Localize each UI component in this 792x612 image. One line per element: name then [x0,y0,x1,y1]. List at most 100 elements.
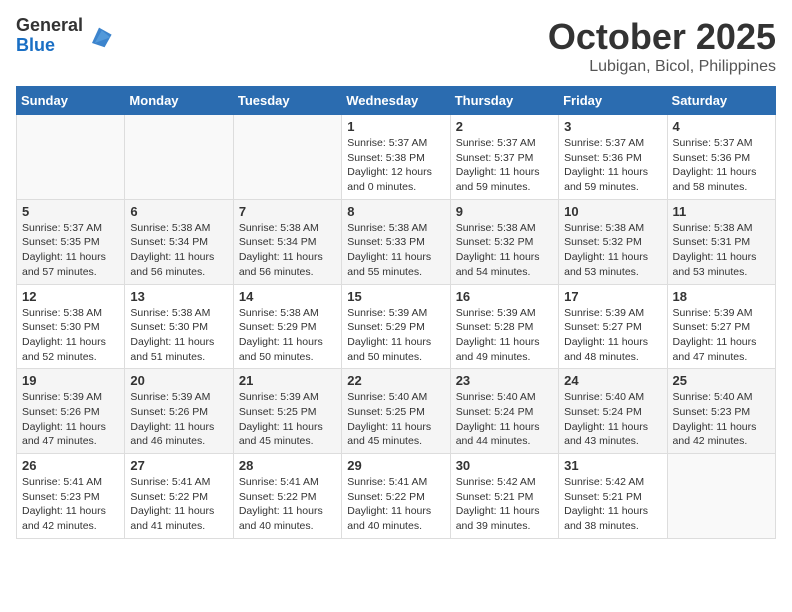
day-number: 11 [673,204,770,219]
day-number: 31 [564,458,661,473]
calendar-cell: 12 Sunrise: 5:38 AM Sunset: 5:30 PM Dayli… [17,284,125,369]
calendar-cell [125,115,233,200]
calendar-cell: 11 Sunrise: 5:38 AM Sunset: 5:31 PM Dayli… [667,199,775,284]
location: Lubigan, Bicol, Philippines [548,58,776,76]
calendar-cell: 10 Sunrise: 5:38 AM Sunset: 5:32 PM Dayli… [559,199,667,284]
calendar-cell: 6Sunrise: 5:38 AM Sunset: 5:34 PM Daylig… [125,199,233,284]
day-number: 5 [22,204,119,219]
day-info: Sunrise: 5:42 AM Sunset: 5:21 PM Dayligh… [564,475,661,534]
day-info: Sunrise: 5:39 AM Sunset: 5:26 PM Dayligh… [22,390,119,449]
calendar-cell: 2 Sunrise: 5:37 AM Sunset: 5:37 PM Daylig… [450,115,558,200]
day-info: Sunrise: 5:39 AM Sunset: 5:29 PM Dayligh… [347,306,444,365]
day-info: Sunrise: 5:40 AM Sunset: 5:25 PM Dayligh… [347,390,444,449]
calendar-cell: 1 Sunrise: 5:37 AM Sunset: 5:38 PM Daylig… [342,115,450,200]
weekday-header-row: SundayMondayTuesdayWednesdayThursdayFrid… [17,87,776,115]
day-number: 15 [347,289,444,304]
day-info: Sunrise: 5:41 AM Sunset: 5:22 PM Dayligh… [347,475,444,534]
day-number: 17 [564,289,661,304]
day-number: 12 [22,289,119,304]
calendar-cell: 23 Sunrise: 5:40 AM Sunset: 5:24 PM Dayli… [450,369,558,454]
weekday-header-sunday: Sunday [17,87,125,115]
day-number: 23 [456,373,553,388]
logo: General Blue [16,16,113,56]
calendar-week-row: 19Sunrise: 5:39 AM Sunset: 5:26 PM Dayli… [17,369,776,454]
day-number: 10 [564,204,661,219]
calendar-cell: 8Sunrise: 5:38 AM Sunset: 5:33 PM Daylig… [342,199,450,284]
calendar-cell: 9 Sunrise: 5:38 AM Sunset: 5:32 PM Daylig… [450,199,558,284]
calendar-cell: 5 Sunrise: 5:37 AM Sunset: 5:35 PM Daylig… [17,199,125,284]
day-number: 2 [456,119,553,134]
day-number: 25 [673,373,770,388]
weekday-header-monday: Monday [125,87,233,115]
day-info: Sunrise: 5:38 AM Sunset: 5:32 PM Dayligh… [456,221,553,280]
day-info: Sunrise: 5:39 AM Sunset: 5:26 PM Dayligh… [130,390,227,449]
day-info: Sunrise: 5:37 AM Sunset: 5:35 PM Dayligh… [22,221,119,280]
day-info: Sunrise: 5:37 AM Sunset: 5:36 PM Dayligh… [673,136,770,195]
day-number: 27 [130,458,227,473]
day-number: 29 [347,458,444,473]
day-number: 28 [239,458,336,473]
calendar-cell: 4 Sunrise: 5:37 AM Sunset: 5:36 PM Daylig… [667,115,775,200]
day-info: Sunrise: 5:40 AM Sunset: 5:24 PM Dayligh… [456,390,553,449]
day-info: Sunrise: 5:38 AM Sunset: 5:30 PM Dayligh… [130,306,227,365]
day-number: 13 [130,289,227,304]
day-info: Sunrise: 5:40 AM Sunset: 5:23 PM Dayligh… [673,390,770,449]
weekday-header-friday: Friday [559,87,667,115]
calendar-cell: 31 Sunrise: 5:42 AM Sunset: 5:21 PM Dayli… [559,454,667,539]
day-number: 24 [564,373,661,388]
day-info: Sunrise: 5:40 AM Sunset: 5:24 PM Dayligh… [564,390,661,449]
day-number: 21 [239,373,336,388]
calendar-cell: 3 Sunrise: 5:37 AM Sunset: 5:36 PM Daylig… [559,115,667,200]
day-number: 1 [347,119,444,134]
day-info: Sunrise: 5:37 AM Sunset: 5:36 PM Dayligh… [564,136,661,195]
day-number: 9 [456,204,553,219]
calendar-cell: 28 Sunrise: 5:41 AM Sunset: 5:22 PM Dayli… [233,454,341,539]
calendar-cell: 17 Sunrise: 5:39 AM Sunset: 5:27 PM Dayli… [559,284,667,369]
logo-blue: Blue [16,35,55,55]
page-header: General Blue October 2025 Lubigan, Bicol… [16,16,776,76]
weekday-header-wednesday: Wednesday [342,87,450,115]
day-info: Sunrise: 5:39 AM Sunset: 5:28 PM Dayligh… [456,306,553,365]
calendar-week-row: 1 Sunrise: 5:37 AM Sunset: 5:38 PM Daylig… [17,115,776,200]
day-info: Sunrise: 5:37 AM Sunset: 5:38 PM Dayligh… [347,136,444,195]
day-info: Sunrise: 5:38 AM Sunset: 5:33 PM Dayligh… [347,221,444,280]
weekday-header-saturday: Saturday [667,87,775,115]
calendar-cell [17,115,125,200]
calendar-table: SundayMondayTuesdayWednesdayThursdayFrid… [16,86,776,539]
calendar-cell: 21Sunrise: 5:39 AM Sunset: 5:25 PM Dayli… [233,369,341,454]
day-info: Sunrise: 5:41 AM Sunset: 5:22 PM Dayligh… [239,475,336,534]
day-info: Sunrise: 5:38 AM Sunset: 5:32 PM Dayligh… [564,221,661,280]
day-info: Sunrise: 5:39 AM Sunset: 5:27 PM Dayligh… [564,306,661,365]
calendar-week-row: 5 Sunrise: 5:37 AM Sunset: 5:35 PM Daylig… [17,199,776,284]
calendar-cell: 7Sunrise: 5:38 AM Sunset: 5:34 PM Daylig… [233,199,341,284]
day-info: Sunrise: 5:41 AM Sunset: 5:22 PM Dayligh… [130,475,227,534]
day-number: 18 [673,289,770,304]
calendar-cell: 25 Sunrise: 5:40 AM Sunset: 5:23 PM Dayli… [667,369,775,454]
month-title: October 2025 [548,16,776,58]
day-number: 4 [673,119,770,134]
day-info: Sunrise: 5:38 AM Sunset: 5:29 PM Dayligh… [239,306,336,365]
calendar-cell: 22Sunrise: 5:40 AM Sunset: 5:25 PM Dayli… [342,369,450,454]
calendar-cell: 24 Sunrise: 5:40 AM Sunset: 5:24 PM Dayli… [559,369,667,454]
calendar-cell: 13 Sunrise: 5:38 AM Sunset: 5:30 PM Dayli… [125,284,233,369]
day-info: Sunrise: 5:38 AM Sunset: 5:31 PM Dayligh… [673,221,770,280]
logo-general: General [16,15,83,35]
day-number: 3 [564,119,661,134]
day-info: Sunrise: 5:41 AM Sunset: 5:23 PM Dayligh… [22,475,119,534]
calendar-cell: 27 Sunrise: 5:41 AM Sunset: 5:22 PM Dayli… [125,454,233,539]
calendar-cell: 15 Sunrise: 5:39 AM Sunset: 5:29 PM Dayli… [342,284,450,369]
day-info: Sunrise: 5:37 AM Sunset: 5:37 PM Dayligh… [456,136,553,195]
title-section: October 2025 Lubigan, Bicol, Philippines [548,16,776,76]
calendar-cell [233,115,341,200]
day-info: Sunrise: 5:38 AM Sunset: 5:30 PM Dayligh… [22,306,119,365]
calendar-cell: 19Sunrise: 5:39 AM Sunset: 5:26 PM Dayli… [17,369,125,454]
calendar-cell: 29 Sunrise: 5:41 AM Sunset: 5:22 PM Dayli… [342,454,450,539]
day-info: Sunrise: 5:38 AM Sunset: 5:34 PM Dayligh… [130,221,227,280]
day-info: Sunrise: 5:39 AM Sunset: 5:27 PM Dayligh… [673,306,770,365]
weekday-header-thursday: Thursday [450,87,558,115]
calendar-cell: 20Sunrise: 5:39 AM Sunset: 5:26 PM Dayli… [125,369,233,454]
calendar-cell: 26Sunrise: 5:41 AM Sunset: 5:23 PM Dayli… [17,454,125,539]
logo-text-block: General Blue [16,16,113,56]
calendar-cell: 14Sunrise: 5:38 AM Sunset: 5:29 PM Dayli… [233,284,341,369]
logo-icon [85,22,113,50]
